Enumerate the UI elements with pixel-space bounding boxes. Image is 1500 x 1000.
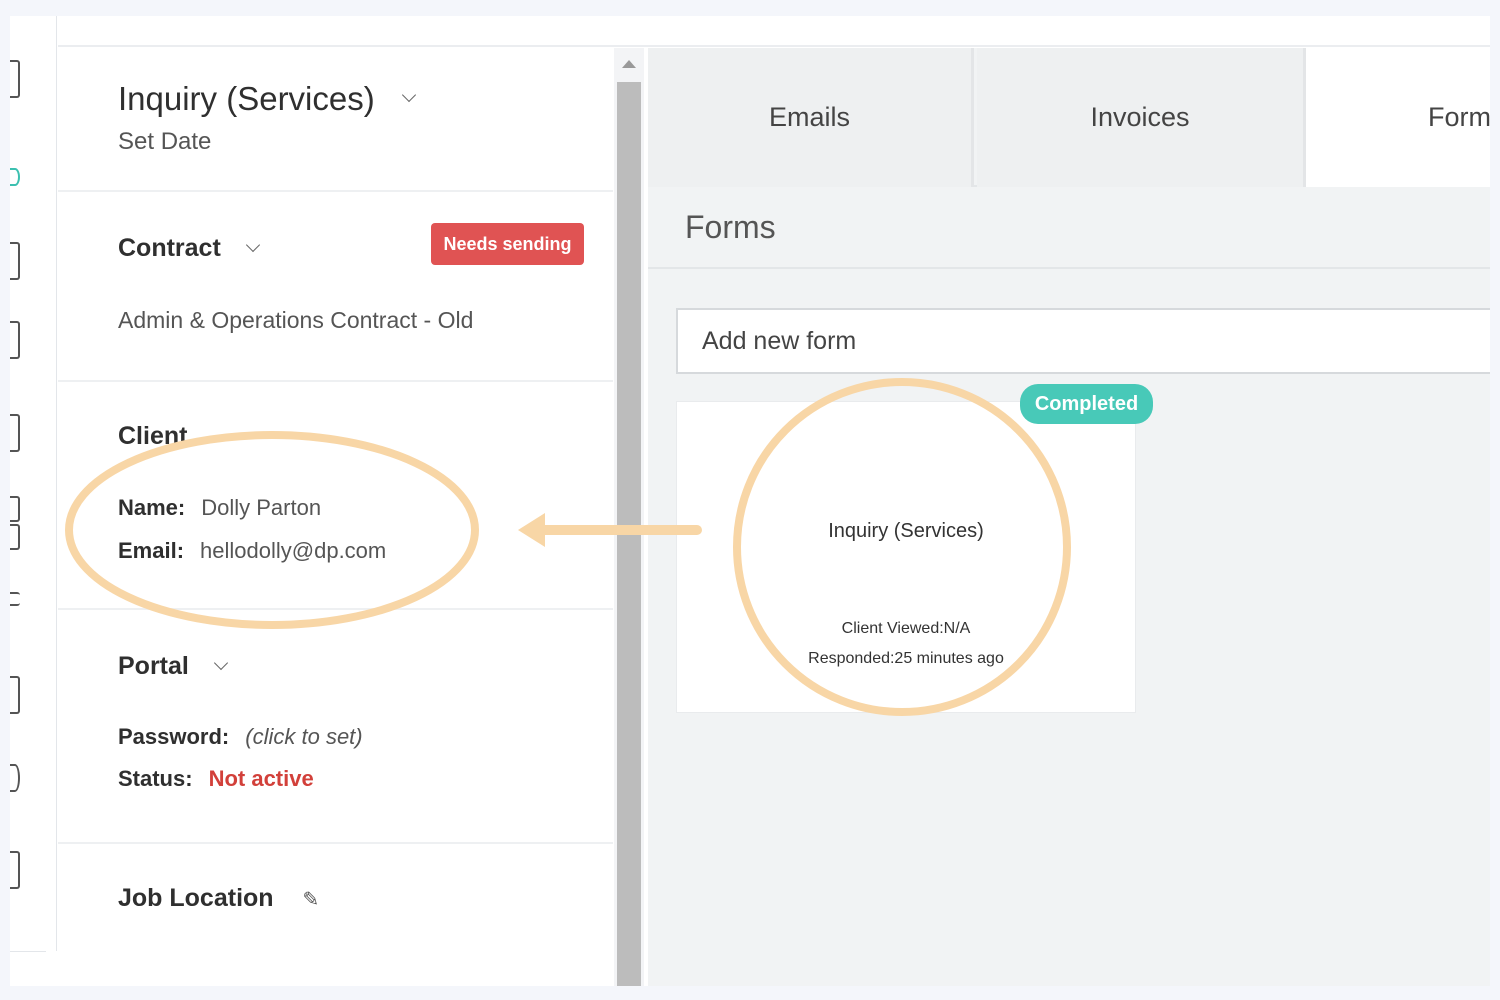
- form-card[interactable]: Inquiry (Services) Client Viewed:N/A Res…: [676, 401, 1136, 713]
- inquiry-section: Inquiry (Services) Set Date: [58, 48, 613, 192]
- nav-icon-3[interactable]: [10, 321, 20, 359]
- portal-title: Portal: [118, 652, 189, 680]
- nav-icon-2[interactable]: [10, 242, 20, 280]
- job-location-title: Job Location: [118, 884, 274, 912]
- portal-password-value[interactable]: (click to set): [245, 724, 362, 749]
- portal-section: Portal Password: (click to set) Status: No…: [58, 610, 613, 844]
- client-email-row: Email: hellodolly@dp.com: [118, 538, 386, 564]
- contract-title: Contract: [118, 234, 221, 262]
- app-window: Inquiry (Services) Set Date Contract Nee…: [10, 16, 1490, 986]
- client-email-value[interactable]: hellodolly@dp.com: [200, 538, 386, 563]
- nav-icon-7[interactable]: [10, 592, 20, 606]
- client-name-label: Name:: [118, 495, 186, 520]
- portal-status-value: Not active: [208, 766, 314, 791]
- nav-icon-4[interactable]: [10, 414, 20, 452]
- nav-icon-teal[interactable]: [10, 168, 20, 186]
- pencil-icon[interactable]: ✎: [303, 887, 320, 912]
- scroll-thumb[interactable]: [617, 82, 641, 986]
- nav-icon-5[interactable]: [10, 496, 20, 522]
- client-title: Client: [118, 422, 188, 450]
- portal-status-row: Status: Not active: [118, 766, 314, 792]
- tab-forms[interactable]: Form: [1306, 48, 1490, 187]
- completed-badge: Completed: [1020, 384, 1153, 424]
- inquiry-title-text: Inquiry (Services): [118, 80, 375, 117]
- tab-bar: Emails Invoices Form: [648, 48, 1490, 187]
- top-bar: [58, 16, 1490, 47]
- forms-header: Forms: [648, 189, 1490, 269]
- nav-icon-10[interactable]: [10, 851, 20, 889]
- detail-panel: Inquiry (Services) Set Date Contract Nee…: [58, 48, 613, 986]
- client-email-label: Email:: [118, 538, 185, 563]
- portal-password-row: Password: (click to set): [118, 724, 363, 750]
- client-section: Client Name: Dolly Parton Email: hellodoll…: [58, 382, 613, 610]
- tab-invoices[interactable]: Invoices: [977, 48, 1306, 187]
- form-card-client-viewed: Client Viewed:N/A: [841, 620, 971, 637]
- contract-section: Contract Needs sending Admin & Operation…: [58, 192, 613, 382]
- inquiry-title[interactable]: Inquiry (Services): [118, 80, 416, 118]
- set-date-link[interactable]: Set Date: [118, 128, 211, 156]
- add-new-form-button[interactable]: Add new form: [676, 308, 1490, 374]
- forms-title: Forms: [685, 209, 776, 245]
- portal-header[interactable]: Portal: [118, 652, 228, 681]
- chevron-down-icon[interactable]: [401, 87, 416, 103]
- nav-icon-8[interactable]: [10, 676, 20, 714]
- client-name-row: Name: Dolly Parton: [118, 495, 321, 521]
- portal-password-label: Password:: [118, 724, 230, 749]
- icon-rail: [10, 16, 57, 952]
- nav-icon-9[interactable]: [10, 764, 20, 792]
- portal-status-label: Status:: [118, 766, 193, 791]
- contract-header[interactable]: Contract: [118, 234, 260, 263]
- form-card-responded: Responded:25 minutes ago: [808, 650, 1004, 667]
- nav-icon-1[interactable]: [10, 60, 20, 98]
- rail-divider: [10, 951, 46, 952]
- form-card-title: Inquiry (Services): [828, 520, 984, 542]
- nav-icon-6[interactable]: [10, 524, 20, 550]
- main-area: Emails Invoices Form Forms Add new form …: [648, 48, 1490, 986]
- job-location-section: Job Location ✎: [58, 844, 613, 986]
- client-name-value: Dolly Parton: [201, 495, 322, 520]
- needs-sending-badge: Needs sending: [431, 223, 584, 265]
- job-location-header: Job Location ✎: [118, 884, 319, 913]
- scroll-up-arrow-icon[interactable]: [622, 60, 636, 68]
- panel-scrollbar[interactable]: [614, 48, 644, 986]
- contract-name[interactable]: Admin & Operations Contract - Old: [118, 307, 473, 334]
- tab-emails[interactable]: Emails: [648, 48, 974, 187]
- chevron-down-icon[interactable]: [213, 655, 228, 671]
- chevron-down-icon[interactable]: [245, 237, 260, 253]
